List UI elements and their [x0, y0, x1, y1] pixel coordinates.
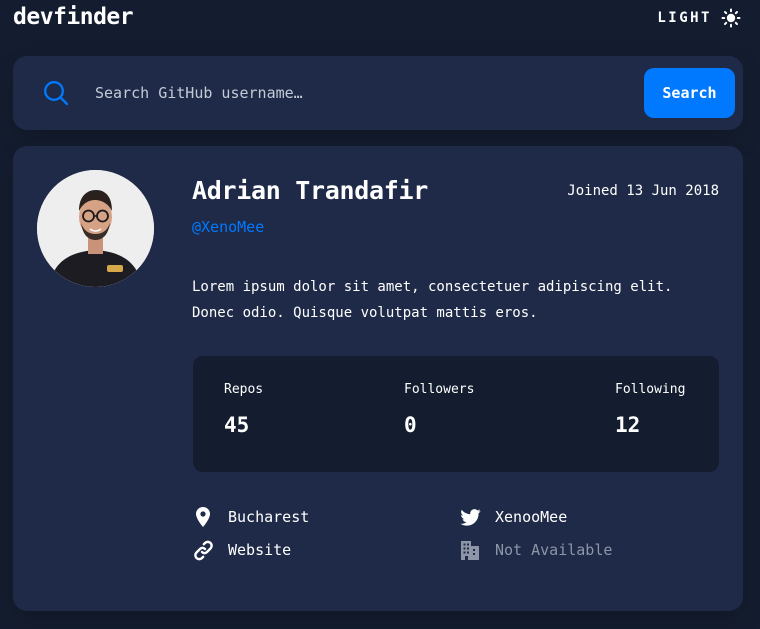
theme-toggle-button[interactable]: LIGHT	[657, 8, 741, 28]
twitter-item[interactable]: XenooMee	[459, 506, 567, 528]
building-icon	[459, 539, 481, 561]
profile-bio: Lorem ipsum dolor sit amet, consectetuer…	[192, 274, 732, 326]
profile-handle-link[interactable]: @XenoMee	[192, 218, 264, 236]
stat-following-value: 12	[615, 413, 641, 437]
twitter-icon	[459, 506, 481, 528]
search-button[interactable]: Search	[644, 68, 735, 118]
profile-name: Adrian Trandafir	[192, 176, 429, 205]
stat-repos-value: 45	[224, 413, 250, 437]
profile-card: Adrian Trandafir Joined 13 Jun 2018 @Xen…	[13, 146, 743, 611]
stat-followers-label: Followers	[404, 382, 475, 397]
stat-repos-label: Repos	[224, 382, 264, 397]
stats-panel: Repos 45 Followers 0 Following 12	[193, 356, 719, 472]
website-item[interactable]: Website	[192, 539, 291, 561]
logo: devfinder	[13, 4, 134, 30]
bio-line: Lorem ipsum dolor sit amet, consectetuer…	[192, 279, 673, 295]
website-link[interactable]: Website	[228, 541, 291, 559]
bio-line: Donec odio. Quisque volutpat mattis eros…	[192, 305, 538, 321]
search-input[interactable]	[93, 78, 637, 108]
avatar	[37, 170, 154, 287]
stat-following-label: Following	[615, 382, 686, 397]
stat-following: Following 12	[615, 382, 685, 437]
search-bar: Search	[13, 56, 743, 130]
company-text: Not Available	[495, 541, 613, 559]
company-item: Not Available	[459, 539, 612, 561]
theme-toggle-label: LIGHT	[657, 10, 712, 26]
location-text: Bucharest	[228, 508, 310, 526]
joined-date: Joined 13 Jun 2018	[567, 183, 719, 199]
twitter-handle[interactable]: XenooMee	[495, 508, 567, 526]
app-header: devfinder LIGHT	[13, 0, 743, 38]
search-icon	[44, 81, 69, 106]
stat-repos: Repos 45	[224, 382, 263, 437]
sun-icon	[721, 8, 741, 28]
stat-followers-value: 0	[404, 413, 417, 437]
stat-followers: Followers 0	[404, 382, 474, 437]
location-item: Bucharest	[192, 506, 309, 528]
link-icon	[192, 539, 214, 561]
location-pin-icon	[192, 506, 214, 528]
